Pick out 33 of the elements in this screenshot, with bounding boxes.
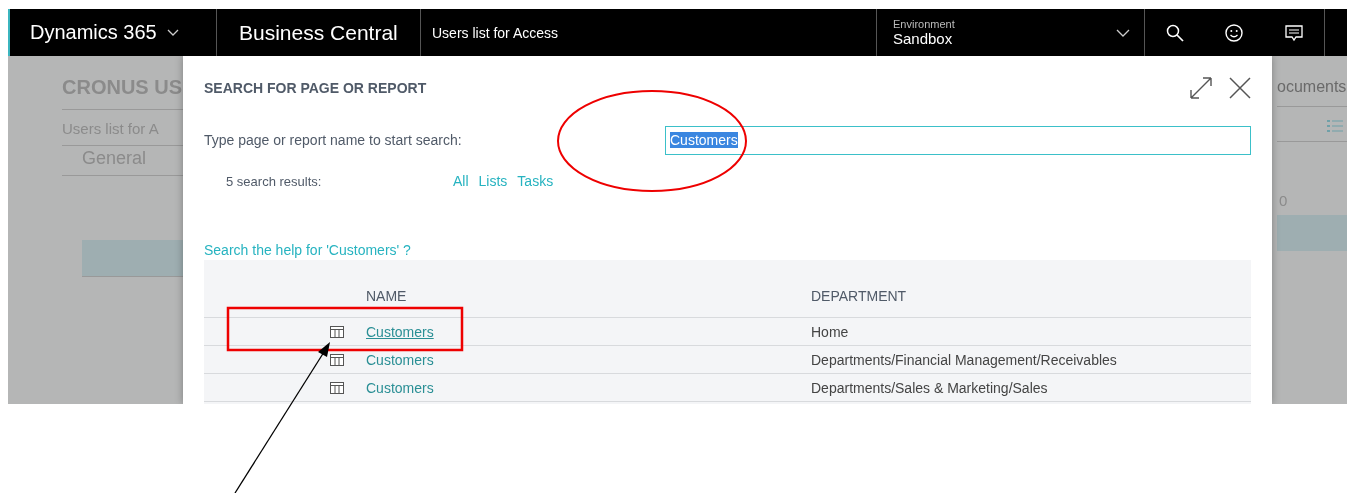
expand-icon (1189, 76, 1213, 100)
chevron-down-icon (1116, 28, 1130, 37)
chevron-down-icon (166, 28, 179, 37)
table-icon (330, 325, 344, 338)
result-link[interactable]: Customers (366, 323, 434, 340)
close-icon (1229, 77, 1251, 99)
close-button[interactable] (1229, 77, 1251, 99)
page-title: Users list for Access (432, 24, 559, 41)
smiley-button[interactable] (1223, 21, 1246, 44)
table-cell-text: Home (811, 323, 850, 340)
result-count: 5 search results: (226, 173, 323, 189)
filter-link[interactable]: Lists (478, 173, 508, 189)
product-menu[interactable]: Dynamics 365 (10, 21, 179, 44)
smiley-icon (1225, 23, 1244, 42)
list-icon (1327, 119, 1343, 133)
search-field[interactable]: Customers (665, 125, 1251, 155)
selected-row-band (1277, 215, 1347, 251)
column-header: DEPARTMENT (811, 288, 908, 304)
table-icon (330, 381, 344, 394)
table-icon (330, 353, 344, 366)
expand-button[interactable] (1189, 76, 1213, 100)
filter-link[interactable]: Tasks (517, 173, 554, 189)
column-header: NAME (366, 288, 408, 304)
help-link[interactable]: Search the help for 'Customers' ? (204, 242, 411, 258)
result-link[interactable]: Customers (366, 351, 434, 368)
app-name: Business Central (239, 20, 398, 45)
result-link[interactable]: Customers (366, 379, 434, 396)
search-icon (1165, 23, 1184, 42)
environment-picker[interactable]: Environment Sandbox (877, 9, 1144, 56)
table-cell-text: Departments/Financial Management/Receivables (811, 351, 1118, 368)
table-cell-text: Departments/Sales & Marketing/Sales (811, 379, 1049, 396)
filter-link[interactable]: All (453, 173, 469, 189)
chat-icon (1285, 23, 1304, 42)
